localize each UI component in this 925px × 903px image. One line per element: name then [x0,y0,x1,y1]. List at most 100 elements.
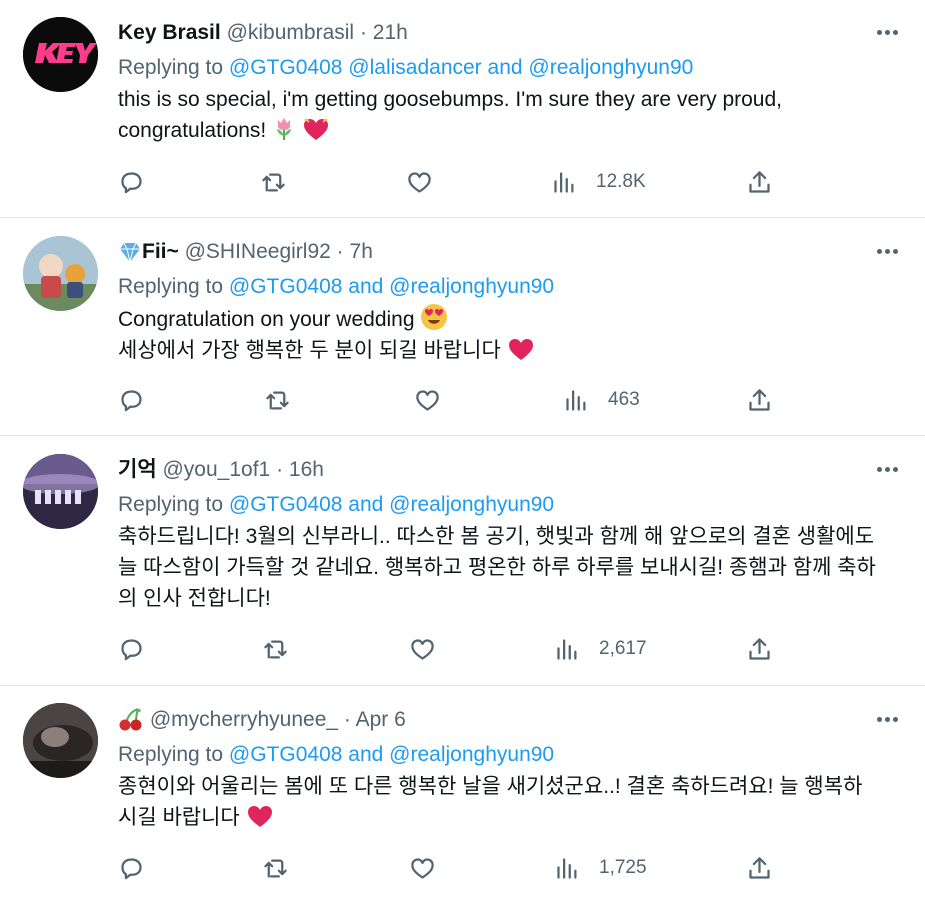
mention-link[interactable]: @GTG0408 [229,56,343,79]
tweet-text-line: 축하드립니다! 3월의 신부라니.. 따스한 봄 공기, 햇빛과 함께 해 앞으… [118,525,875,548]
views-button[interactable]: 1,725 [554,853,647,883]
retweet-button[interactable] [262,853,289,883]
more-icon[interactable] [877,717,899,723]
timestamp[interactable]: 7h [350,240,373,263]
share-icon [749,388,770,411]
replying-and[interactable]: and [348,275,383,298]
replying-and[interactable]: and [488,56,523,79]
tweet-text-line: 시길 바랍니다 [118,802,905,833]
like-button[interactable] [414,385,441,415]
avatar[interactable] [23,236,98,311]
more-icon[interactable] [877,249,899,255]
tweet-text-line: 의 인사 전합니다! [118,587,271,610]
tweet[interactable]: Key Brasil @kibumbrasil · 21h Replying t… [0,0,925,218]
retweet-button[interactable] [264,385,291,415]
cherries-emoji-icon [119,708,142,731]
share-button[interactable] [746,385,773,415]
avatar[interactable] [23,17,98,92]
avatar[interactable] [23,703,98,778]
retweet-button[interactable] [262,634,289,664]
mention-link[interactable]: @GTG0408 [229,493,343,516]
separator: · [276,458,284,481]
like-button[interactable] [406,167,433,197]
replying-and[interactable]: and [348,493,383,516]
replying-to: Replying to @GTG0408 and @realjonghyun90 [118,742,905,768]
display-name[interactable]: Fii~ [142,240,179,263]
tweet-header: 기억 @you_1of1 · 16h [118,457,905,483]
like-button[interactable] [409,853,436,883]
avatar[interactable] [23,454,98,529]
tweet[interactable]: Fii~ @SHINeegirl92 · 7h Replying to @GTG… [0,218,925,436]
action-bar: 12.8K [118,167,798,197]
tweet-text: Congratulation on your wedding 세상에서 가장 행… [118,303,905,366]
display-name[interactable]: 기억 [118,458,157,481]
more-icon[interactable] [877,30,899,36]
tweet-text-fragment: congratulations! [118,119,267,142]
more-icon[interactable] [877,467,899,473]
tweet-header: @mycherryhyunee_ · Apr 6 [118,707,905,733]
view-count: 1,725 [599,857,647,878]
mention-link[interactable]: @realjonghyun90 [389,743,554,766]
views-icon [566,389,586,411]
views-button[interactable]: 2,617 [554,634,647,664]
views-button[interactable]: 463 [563,385,640,415]
mention-link[interactable]: @lalisadancer [348,56,481,79]
heart-with-ribbon-emoji-icon [303,118,328,140]
replying-and[interactable]: and [348,743,383,766]
timestamp[interactable]: Apr 6 [356,708,406,731]
view-count: 463 [608,389,640,410]
mention-link[interactable]: @realjonghyun90 [389,493,554,516]
mention-link[interactable]: @GTG0408 [229,275,343,298]
tweet-text-line: 세상에서 가장 행복한 두 분이 되길 바랍니다 [118,335,905,366]
share-button[interactable] [746,853,773,883]
handle[interactable]: @mycherryhyunee_ [150,708,338,731]
avatar-image [23,703,98,778]
tweet[interactable]: @mycherryhyunee_ · Apr 6 Replying to @GT… [0,686,925,903]
view-count: 2,617 [599,638,647,659]
share-icon [749,637,770,660]
separator: · [359,21,367,44]
tweet-text-fragment: Congratulation on your wedding [118,308,415,331]
share-button[interactable] [746,634,773,664]
mention-link[interactable]: @realjonghyun90 [389,275,554,298]
mention-link[interactable]: @GTG0408 [229,743,343,766]
reply-icon [121,638,142,660]
reply-button[interactable] [118,853,145,883]
tulip-emoji-icon [277,118,292,140]
share-icon [749,856,770,879]
reply-button[interactable] [118,385,145,415]
replying-prefix: Replying to [118,493,229,516]
handle[interactable]: @SHINeegirl92 [185,240,331,263]
tweet-text: this is so special, i'm getting goosebum… [118,84,905,146]
tweet-text: 축하드립니다! 3월의 신부라니.. 따스한 봄 공기, 햇빛과 함께 해 앞으… [118,521,905,614]
handle[interactable]: @kibumbrasil [227,21,355,44]
views-button[interactable]: 12.8K [551,167,646,197]
like-icon [416,389,439,411]
views-icon [557,857,577,879]
reply-icon [121,171,142,193]
retweet-button[interactable] [260,167,287,197]
retweet-icon [264,640,287,658]
handle[interactable]: @you_1of1 [162,458,270,481]
avatar-image [23,454,98,529]
reply-button[interactable] [118,167,145,197]
reply-icon [121,389,142,411]
replying-prefix: Replying to [118,56,229,79]
reply-icon [121,857,142,879]
mention-link[interactable]: @realjonghyun90 [528,56,693,79]
key-logo-image [23,17,98,92]
tweet-text-fragment: 세상에서 가장 행복한 두 분이 되길 바랍니다 [118,339,501,362]
display-name[interactable]: Key Brasil [118,21,221,44]
timestamp[interactable]: 21h [373,21,408,44]
timestamp[interactable]: 16h [289,458,324,481]
views-icon [554,171,574,193]
reply-button[interactable] [118,634,145,664]
like-icon [411,638,434,660]
like-button[interactable] [409,634,436,664]
share-button[interactable] [746,167,773,197]
separator: · [343,708,351,731]
separator: · [336,240,344,263]
tweet[interactable]: 기억 @you_1of1 · 16h Replying to @GTG0408 … [0,436,925,686]
like-icon [408,171,431,193]
heart-eyes-emoji-icon [421,304,448,330]
